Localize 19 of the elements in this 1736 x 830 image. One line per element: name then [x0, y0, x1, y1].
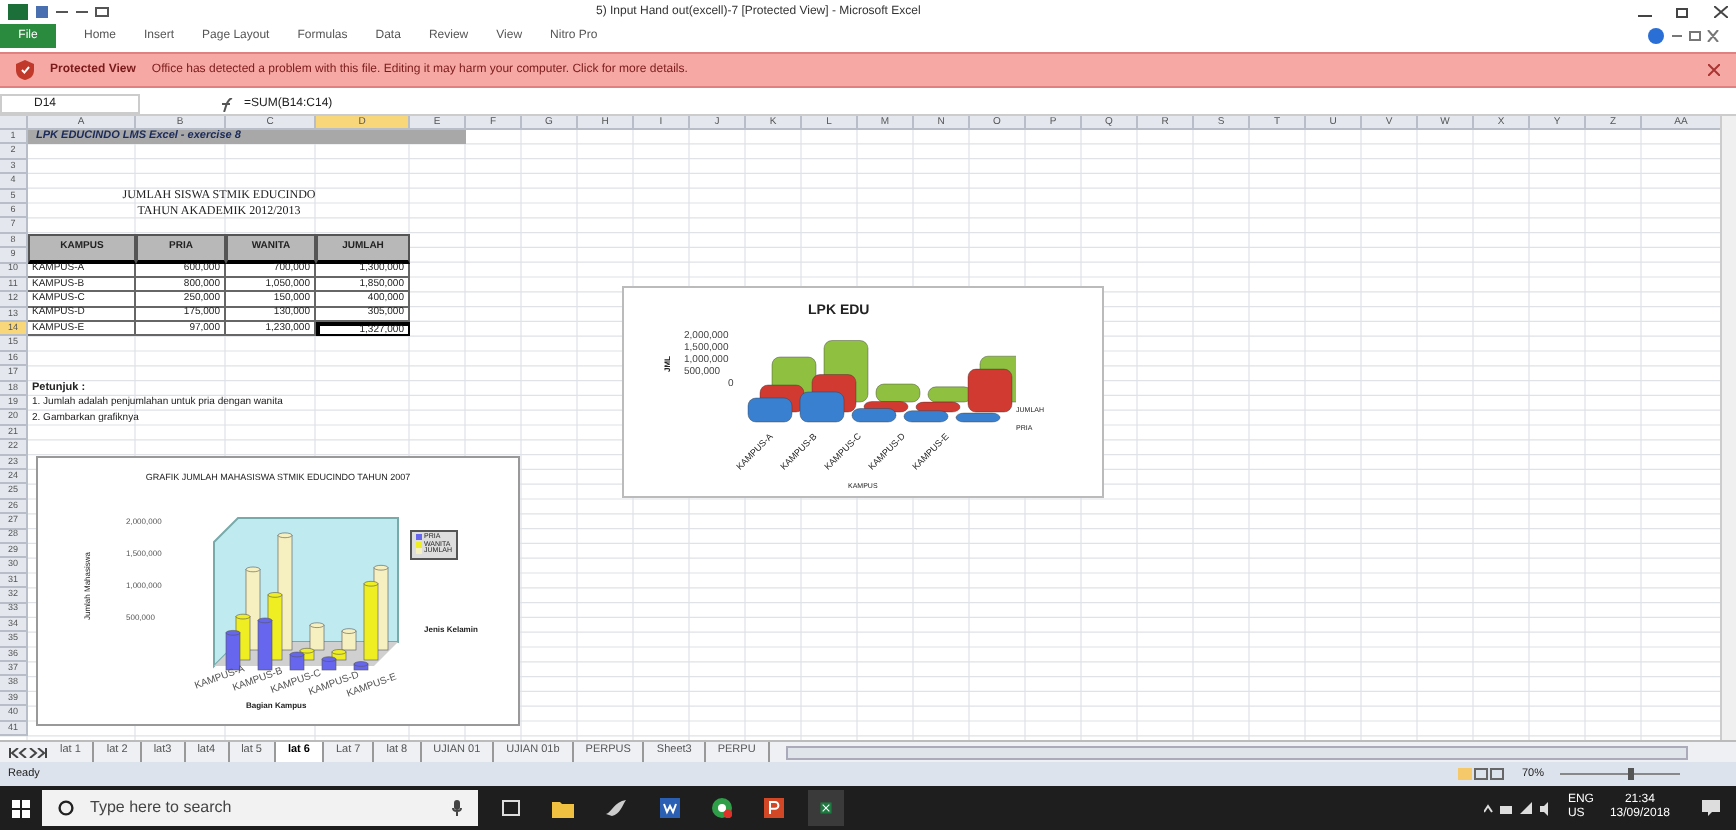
- sheet-navigation-icon[interactable]: [8, 747, 48, 757]
- cortana-circle-icon: [58, 800, 74, 816]
- notification-icon[interactable]: [1702, 800, 1720, 816]
- folder-icon[interactable]: [552, 799, 574, 817]
- close-icon[interactable]: [1714, 6, 1728, 18]
- taskbar-search-field[interactable]: Type here to search: [42, 790, 478, 826]
- horizontal-scrollbar[interactable]: [785, 745, 1688, 759]
- restore-icon[interactable]: [1676, 6, 1690, 18]
- help-icon[interactable]: [1648, 28, 1664, 44]
- window-controls-icon[interactable]: [1672, 30, 1720, 42]
- windows-start-icon[interactable]: [12, 799, 30, 817]
- microphone-icon[interactable]: [452, 800, 462, 816]
- shield-icon: [16, 60, 34, 80]
- vertical-scrollbar[interactable]: [1720, 116, 1736, 740]
- tray-icons-icon[interactable]: [1483, 801, 1552, 815]
- view-buttons-icon[interactable]: [1457, 768, 1506, 780]
- task-view-icon[interactable]: [502, 800, 520, 816]
- fx-icon[interactable]: [220, 97, 236, 111]
- zoom-slider-icon[interactable]: [1560, 768, 1680, 780]
